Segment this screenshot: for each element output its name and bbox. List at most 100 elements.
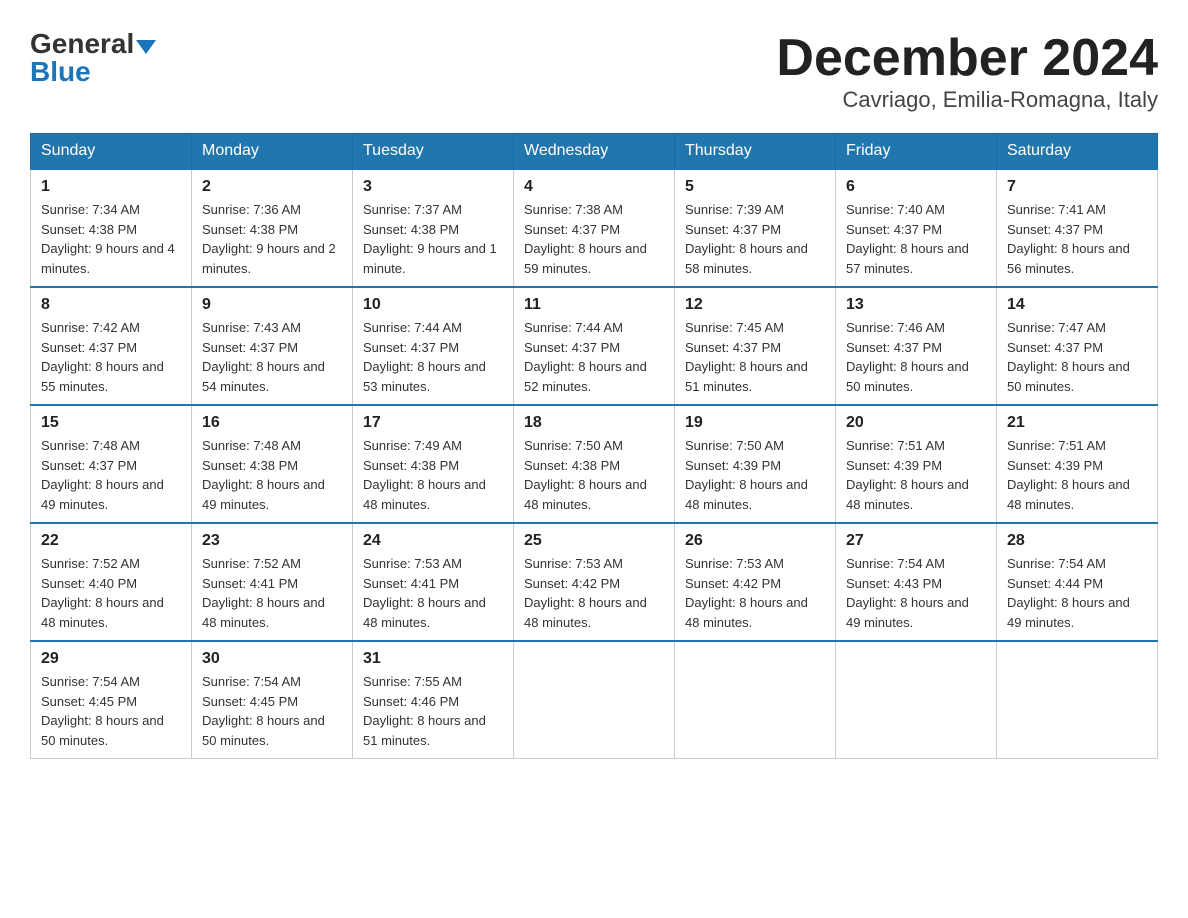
day-info: Sunrise: 7:53 AMSunset: 4:41 PMDaylight:…	[363, 554, 503, 632]
day-info: Sunrise: 7:51 AMSunset: 4:39 PMDaylight:…	[846, 436, 986, 514]
location-subtitle: Cavriago, Emilia-Romagna, Italy	[776, 87, 1158, 113]
day-info: Sunrise: 7:42 AMSunset: 4:37 PMDaylight:…	[41, 318, 181, 396]
day-info: Sunrise: 7:54 AMSunset: 4:45 PMDaylight:…	[202, 672, 342, 750]
day-info: Sunrise: 7:34 AMSunset: 4:38 PMDaylight:…	[41, 200, 181, 278]
day-number: 5	[685, 178, 825, 196]
calendar-cell	[997, 641, 1158, 759]
day-info: Sunrise: 7:49 AMSunset: 4:38 PMDaylight:…	[363, 436, 503, 514]
calendar-cell: 12 Sunrise: 7:45 AMSunset: 4:37 PMDaylig…	[675, 287, 836, 405]
logo-general-text: General	[30, 28, 134, 59]
day-info: Sunrise: 7:54 AMSunset: 4:43 PMDaylight:…	[846, 554, 986, 632]
day-number: 15	[41, 414, 181, 432]
day-info: Sunrise: 7:43 AMSunset: 4:37 PMDaylight:…	[202, 318, 342, 396]
calendar-cell: 7 Sunrise: 7:41 AMSunset: 4:37 PMDayligh…	[997, 169, 1158, 287]
day-number: 6	[846, 178, 986, 196]
day-number: 1	[41, 178, 181, 196]
day-number: 21	[1007, 414, 1147, 432]
calendar-header-sunday: Sunday	[31, 134, 192, 170]
day-number: 7	[1007, 178, 1147, 196]
calendar-cell: 22 Sunrise: 7:52 AMSunset: 4:40 PMDaylig…	[31, 523, 192, 641]
day-number: 29	[41, 650, 181, 668]
calendar-header-saturday: Saturday	[997, 134, 1158, 170]
day-number: 19	[685, 414, 825, 432]
day-info: Sunrise: 7:38 AMSunset: 4:37 PMDaylight:…	[524, 200, 664, 278]
calendar-week-row-5: 29 Sunrise: 7:54 AMSunset: 4:45 PMDaylig…	[31, 641, 1158, 759]
calendar-header-friday: Friday	[836, 134, 997, 170]
day-info: Sunrise: 7:46 AMSunset: 4:37 PMDaylight:…	[846, 318, 986, 396]
calendar-cell: 19 Sunrise: 7:50 AMSunset: 4:39 PMDaylig…	[675, 405, 836, 523]
day-info: Sunrise: 7:39 AMSunset: 4:37 PMDaylight:…	[685, 200, 825, 278]
day-info: Sunrise: 7:53 AMSunset: 4:42 PMDaylight:…	[524, 554, 664, 632]
calendar-cell: 20 Sunrise: 7:51 AMSunset: 4:39 PMDaylig…	[836, 405, 997, 523]
title-block: December 2024 Cavriago, Emilia-Romagna, …	[776, 30, 1158, 113]
day-number: 20	[846, 414, 986, 432]
day-number: 17	[363, 414, 503, 432]
calendar-cell: 24 Sunrise: 7:53 AMSunset: 4:41 PMDaylig…	[353, 523, 514, 641]
calendar-week-row-4: 22 Sunrise: 7:52 AMSunset: 4:40 PMDaylig…	[31, 523, 1158, 641]
day-info: Sunrise: 7:50 AMSunset: 4:38 PMDaylight:…	[524, 436, 664, 514]
day-info: Sunrise: 7:40 AMSunset: 4:37 PMDaylight:…	[846, 200, 986, 278]
calendar-cell: 18 Sunrise: 7:50 AMSunset: 4:38 PMDaylig…	[514, 405, 675, 523]
calendar-week-row-1: 1 Sunrise: 7:34 AMSunset: 4:38 PMDayligh…	[31, 169, 1158, 287]
day-number: 11	[524, 296, 664, 314]
calendar-cell	[836, 641, 997, 759]
calendar-cell: 4 Sunrise: 7:38 AMSunset: 4:37 PMDayligh…	[514, 169, 675, 287]
calendar-header-tuesday: Tuesday	[353, 134, 514, 170]
page-header: General Blue December 2024 Cavriago, Emi…	[30, 30, 1158, 113]
calendar-cell: 8 Sunrise: 7:42 AMSunset: 4:37 PMDayligh…	[31, 287, 192, 405]
calendar-cell: 10 Sunrise: 7:44 AMSunset: 4:37 PMDaylig…	[353, 287, 514, 405]
calendar-cell: 1 Sunrise: 7:34 AMSunset: 4:38 PMDayligh…	[31, 169, 192, 287]
calendar-cell	[675, 641, 836, 759]
day-number: 14	[1007, 296, 1147, 314]
day-info: Sunrise: 7:48 AMSunset: 4:38 PMDaylight:…	[202, 436, 342, 514]
calendar-header-monday: Monday	[192, 134, 353, 170]
day-number: 12	[685, 296, 825, 314]
day-info: Sunrise: 7:54 AMSunset: 4:44 PMDaylight:…	[1007, 554, 1147, 632]
day-number: 24	[363, 532, 503, 550]
day-number: 23	[202, 532, 342, 550]
calendar-header-wednesday: Wednesday	[514, 134, 675, 170]
calendar-cell: 21 Sunrise: 7:51 AMSunset: 4:39 PMDaylig…	[997, 405, 1158, 523]
day-number: 22	[41, 532, 181, 550]
day-number: 13	[846, 296, 986, 314]
day-info: Sunrise: 7:51 AMSunset: 4:39 PMDaylight:…	[1007, 436, 1147, 514]
calendar-cell: 25 Sunrise: 7:53 AMSunset: 4:42 PMDaylig…	[514, 523, 675, 641]
calendar-cell: 2 Sunrise: 7:36 AMSunset: 4:38 PMDayligh…	[192, 169, 353, 287]
calendar-cell: 9 Sunrise: 7:43 AMSunset: 4:37 PMDayligh…	[192, 287, 353, 405]
day-number: 25	[524, 532, 664, 550]
calendar-header-thursday: Thursday	[675, 134, 836, 170]
calendar-cell: 6 Sunrise: 7:40 AMSunset: 4:37 PMDayligh…	[836, 169, 997, 287]
calendar-cell: 30 Sunrise: 7:54 AMSunset: 4:45 PMDaylig…	[192, 641, 353, 759]
logo-blue-text: Blue	[30, 58, 91, 86]
calendar-cell: 3 Sunrise: 7:37 AMSunset: 4:38 PMDayligh…	[353, 169, 514, 287]
day-number: 27	[846, 532, 986, 550]
day-info: Sunrise: 7:54 AMSunset: 4:45 PMDaylight:…	[41, 672, 181, 750]
calendar-cell: 13 Sunrise: 7:46 AMSunset: 4:37 PMDaylig…	[836, 287, 997, 405]
calendar-cell: 28 Sunrise: 7:54 AMSunset: 4:44 PMDaylig…	[997, 523, 1158, 641]
day-info: Sunrise: 7:47 AMSunset: 4:37 PMDaylight:…	[1007, 318, 1147, 396]
calendar-cell: 29 Sunrise: 7:54 AMSunset: 4:45 PMDaylig…	[31, 641, 192, 759]
day-number: 18	[524, 414, 664, 432]
calendar-table: SundayMondayTuesdayWednesdayThursdayFrid…	[30, 133, 1158, 759]
month-year-title: December 2024	[776, 30, 1158, 87]
day-number: 8	[41, 296, 181, 314]
logo-triangle-icon	[136, 40, 156, 54]
calendar-cell: 31 Sunrise: 7:55 AMSunset: 4:46 PMDaylig…	[353, 641, 514, 759]
calendar-cell: 11 Sunrise: 7:44 AMSunset: 4:37 PMDaylig…	[514, 287, 675, 405]
calendar-cell	[514, 641, 675, 759]
day-info: Sunrise: 7:45 AMSunset: 4:37 PMDaylight:…	[685, 318, 825, 396]
calendar-cell: 27 Sunrise: 7:54 AMSunset: 4:43 PMDaylig…	[836, 523, 997, 641]
calendar-week-row-3: 15 Sunrise: 7:48 AMSunset: 4:37 PMDaylig…	[31, 405, 1158, 523]
logo: General Blue	[30, 30, 156, 86]
day-number: 9	[202, 296, 342, 314]
day-number: 30	[202, 650, 342, 668]
calendar-cell: 16 Sunrise: 7:48 AMSunset: 4:38 PMDaylig…	[192, 405, 353, 523]
day-info: Sunrise: 7:44 AMSunset: 4:37 PMDaylight:…	[524, 318, 664, 396]
calendar-header-row: SundayMondayTuesdayWednesdayThursdayFrid…	[31, 134, 1158, 170]
day-info: Sunrise: 7:50 AMSunset: 4:39 PMDaylight:…	[685, 436, 825, 514]
calendar-cell: 15 Sunrise: 7:48 AMSunset: 4:37 PMDaylig…	[31, 405, 192, 523]
calendar-week-row-2: 8 Sunrise: 7:42 AMSunset: 4:37 PMDayligh…	[31, 287, 1158, 405]
day-number: 26	[685, 532, 825, 550]
day-number: 16	[202, 414, 342, 432]
day-info: Sunrise: 7:36 AMSunset: 4:38 PMDaylight:…	[202, 200, 342, 278]
